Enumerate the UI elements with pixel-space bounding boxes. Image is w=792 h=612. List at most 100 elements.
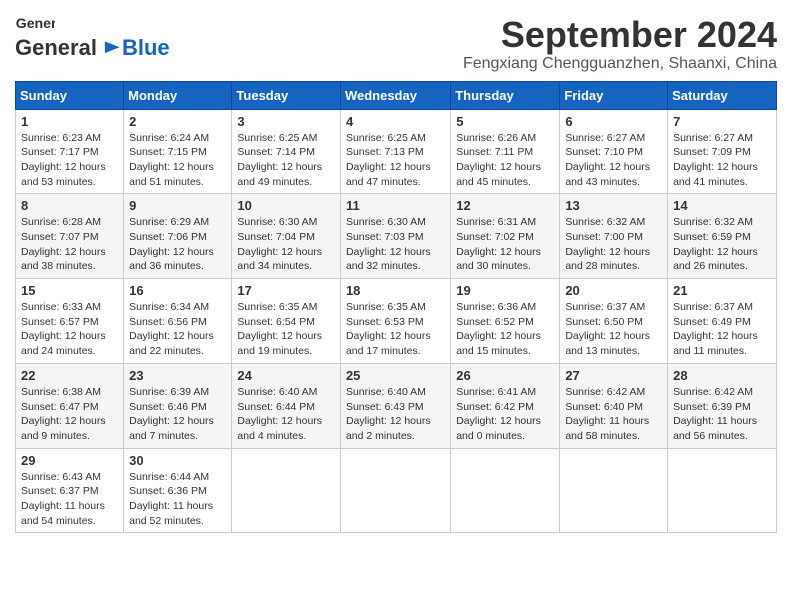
calendar-cell: 23 Sunrise: 6:39 AMSunset: 6:46 PMDayligh… — [124, 363, 232, 448]
day-number: 21 — [673, 283, 771, 298]
day-info: Sunrise: 6:35 AMSunset: 6:54 PMDaylight:… — [237, 300, 335, 359]
weekday-header-thursday: Thursday — [451, 81, 560, 109]
header: General General Blue September 2024 Feng… — [15, 15, 777, 73]
day-info: Sunrise: 6:28 AMSunset: 7:07 PMDaylight:… — [21, 215, 118, 274]
day-number: 3 — [237, 114, 335, 129]
calendar-cell: 18Sunrise: 6:35 AMSunset: 6:53 PMDayligh… — [340, 279, 450, 364]
week-row-5: 29 Sunrise: 6:43 AMSunset: 6:37 PMDayligh… — [16, 448, 777, 533]
day-number: 4 — [346, 114, 445, 129]
calendar-cell — [560, 448, 668, 533]
day-number: 19 — [456, 283, 554, 298]
calendar-cell — [232, 448, 341, 533]
calendar-cell: 30 Sunrise: 6:44 AMSunset: 6:36 PMDayligh… — [124, 448, 232, 533]
day-info: Sunrise: 6:27 AMSunset: 7:10 PMDaylight:… — [565, 131, 662, 190]
day-number: 23 — [129, 368, 226, 383]
calendar-cell: 27 Sunrise: 6:42 AMSunset: 6:40 PMDayligh… — [560, 363, 668, 448]
weekday-header-friday: Friday — [560, 81, 668, 109]
calendar-cell: 20 Sunrise: 6:37 AMSunset: 6:50 PMDayligh… — [560, 279, 668, 364]
day-number: 27 — [565, 368, 662, 383]
day-number: 25 — [346, 368, 445, 383]
day-info: Sunrise: 6:24 AMSunset: 7:15 PMDaylight:… — [129, 131, 226, 190]
logo-triangle-icon — [99, 37, 121, 59]
day-info: Sunrise: 6:26 AMSunset: 7:11 PMDaylight:… — [456, 131, 554, 190]
calendar-cell: 10Sunrise: 6:30 AMSunset: 7:04 PMDayligh… — [232, 194, 341, 279]
day-info: Sunrise: 6:43 AMSunset: 6:37 PMDaylight:… — [21, 470, 118, 529]
calendar-cell: 19 Sunrise: 6:36 AMSunset: 6:52 PMDayligh… — [451, 279, 560, 364]
calendar-cell: 11 Sunrise: 6:30 AMSunset: 7:03 PMDayligh… — [340, 194, 450, 279]
calendar-cell — [451, 448, 560, 533]
calendar-cell: 25 Sunrise: 6:40 AMSunset: 6:43 PMDayligh… — [340, 363, 450, 448]
day-info: Sunrise: 6:42 AMSunset: 6:39 PMDaylight:… — [673, 385, 771, 444]
day-info: Sunrise: 6:36 AMSunset: 6:52 PMDaylight:… — [456, 300, 554, 359]
logo-icon: General — [15, 15, 55, 33]
month-title: September 2024 — [463, 15, 777, 55]
svg-text:General: General — [16, 15, 55, 31]
title-block: September 2024 Fengxiang Chengguanzhen, … — [463, 15, 777, 73]
day-info: Sunrise: 6:23 AMSunset: 7:17 PMDaylight:… — [21, 131, 118, 190]
day-number: 10 — [237, 198, 335, 213]
day-number: 6 — [565, 114, 662, 129]
calendar-cell: 24Sunrise: 6:40 AMSunset: 6:44 PMDayligh… — [232, 363, 341, 448]
day-number: 17 — [237, 283, 335, 298]
day-info: Sunrise: 6:30 AMSunset: 7:03 PMDaylight:… — [346, 215, 445, 274]
day-info: Sunrise: 6:35 AMSunset: 6:53 PMDaylight:… — [346, 300, 445, 359]
weekday-header-tuesday: Tuesday — [232, 81, 341, 109]
day-number: 15 — [21, 283, 118, 298]
week-row-3: 15 Sunrise: 6:33 AMSunset: 6:57 PMDayligh… — [16, 279, 777, 364]
calendar-cell: 7 Sunrise: 6:27 AMSunset: 7:09 PMDaylight… — [668, 109, 777, 194]
calendar-cell — [340, 448, 450, 533]
location-title: Fengxiang Chengguanzhen, Shaanxi, China — [463, 55, 777, 73]
day-number: 12 — [456, 198, 554, 213]
week-row-2: 8Sunrise: 6:28 AMSunset: 7:07 PMDaylight… — [16, 194, 777, 279]
week-row-4: 22Sunrise: 6:38 AMSunset: 6:47 PMDayligh… — [16, 363, 777, 448]
calendar-cell: 6 Sunrise: 6:27 AMSunset: 7:10 PMDaylight… — [560, 109, 668, 194]
day-info: Sunrise: 6:27 AMSunset: 7:09 PMDaylight:… — [673, 131, 771, 190]
calendar-cell: 4 Sunrise: 6:25 AMSunset: 7:13 PMDaylight… — [340, 109, 450, 194]
day-info: Sunrise: 6:29 AMSunset: 7:06 PMDaylight:… — [129, 215, 226, 274]
day-info: Sunrise: 6:40 AMSunset: 6:43 PMDaylight:… — [346, 385, 445, 444]
day-info: Sunrise: 6:25 AMSunset: 7:14 PMDaylight:… — [237, 131, 335, 190]
calendar-cell: 15 Sunrise: 6:33 AMSunset: 6:57 PMDayligh… — [16, 279, 124, 364]
logo-blue: Blue — [122, 35, 170, 61]
day-info: Sunrise: 6:37 AMSunset: 6:49 PMDaylight:… — [673, 300, 771, 359]
calendar-cell: 17 Sunrise: 6:35 AMSunset: 6:54 PMDayligh… — [232, 279, 341, 364]
calendar-cell: 14Sunrise: 6:32 AMSunset: 6:59 PMDayligh… — [668, 194, 777, 279]
calendar-cell: 16Sunrise: 6:34 AMSunset: 6:56 PMDayligh… — [124, 279, 232, 364]
day-number: 30 — [129, 453, 226, 468]
day-number: 22 — [21, 368, 118, 383]
day-info: Sunrise: 6:37 AMSunset: 6:50 PMDaylight:… — [565, 300, 662, 359]
day-number: 9 — [129, 198, 226, 213]
weekday-header-saturday: Saturday — [668, 81, 777, 109]
calendar-cell: 21 Sunrise: 6:37 AMSunset: 6:49 PMDayligh… — [668, 279, 777, 364]
day-number: 20 — [565, 283, 662, 298]
day-info: Sunrise: 6:33 AMSunset: 6:57 PMDaylight:… — [21, 300, 118, 359]
day-info: Sunrise: 6:34 AMSunset: 6:56 PMDaylight:… — [129, 300, 226, 359]
day-number: 7 — [673, 114, 771, 129]
day-info: Sunrise: 6:31 AMSunset: 7:02 PMDaylight:… — [456, 215, 554, 274]
day-info: Sunrise: 6:44 AMSunset: 6:36 PMDaylight:… — [129, 470, 226, 529]
calendar-cell: 28Sunrise: 6:42 AMSunset: 6:39 PMDayligh… — [668, 363, 777, 448]
calendar-cell: 12 Sunrise: 6:31 AMSunset: 7:02 PMDayligh… — [451, 194, 560, 279]
calendar-cell — [668, 448, 777, 533]
calendar-cell: 8Sunrise: 6:28 AMSunset: 7:07 PMDaylight… — [16, 194, 124, 279]
day-info: Sunrise: 6:42 AMSunset: 6:40 PMDaylight:… — [565, 385, 662, 444]
weekday-header-row: SundayMondayTuesdayWednesdayThursdayFrid… — [16, 81, 777, 109]
day-number: 5 — [456, 114, 554, 129]
logo-general: General — [15, 35, 97, 61]
calendar-cell: 5 Sunrise: 6:26 AMSunset: 7:11 PMDaylight… — [451, 109, 560, 194]
calendar-cell: 2Sunrise: 6:24 AMSunset: 7:15 PMDaylight… — [124, 109, 232, 194]
calendar-cell: 3 Sunrise: 6:25 AMSunset: 7:14 PMDaylight… — [232, 109, 341, 194]
logo: General General Blue — [15, 15, 170, 61]
day-info: Sunrise: 6:39 AMSunset: 6:46 PMDaylight:… — [129, 385, 226, 444]
calendar-cell: 26Sunrise: 6:41 AMSunset: 6:42 PMDayligh… — [451, 363, 560, 448]
day-info: Sunrise: 6:25 AMSunset: 7:13 PMDaylight:… — [346, 131, 445, 190]
day-number: 11 — [346, 198, 445, 213]
day-number: 26 — [456, 368, 554, 383]
calendar-cell: 13 Sunrise: 6:32 AMSunset: 7:00 PMDayligh… — [560, 194, 668, 279]
day-number: 29 — [21, 453, 118, 468]
day-number: 13 — [565, 198, 662, 213]
day-number: 24 — [237, 368, 335, 383]
calendar-cell: 9 Sunrise: 6:29 AMSunset: 7:06 PMDaylight… — [124, 194, 232, 279]
calendar-cell: 22Sunrise: 6:38 AMSunset: 6:47 PMDayligh… — [16, 363, 124, 448]
day-info: Sunrise: 6:32 AMSunset: 7:00 PMDaylight:… — [565, 215, 662, 274]
